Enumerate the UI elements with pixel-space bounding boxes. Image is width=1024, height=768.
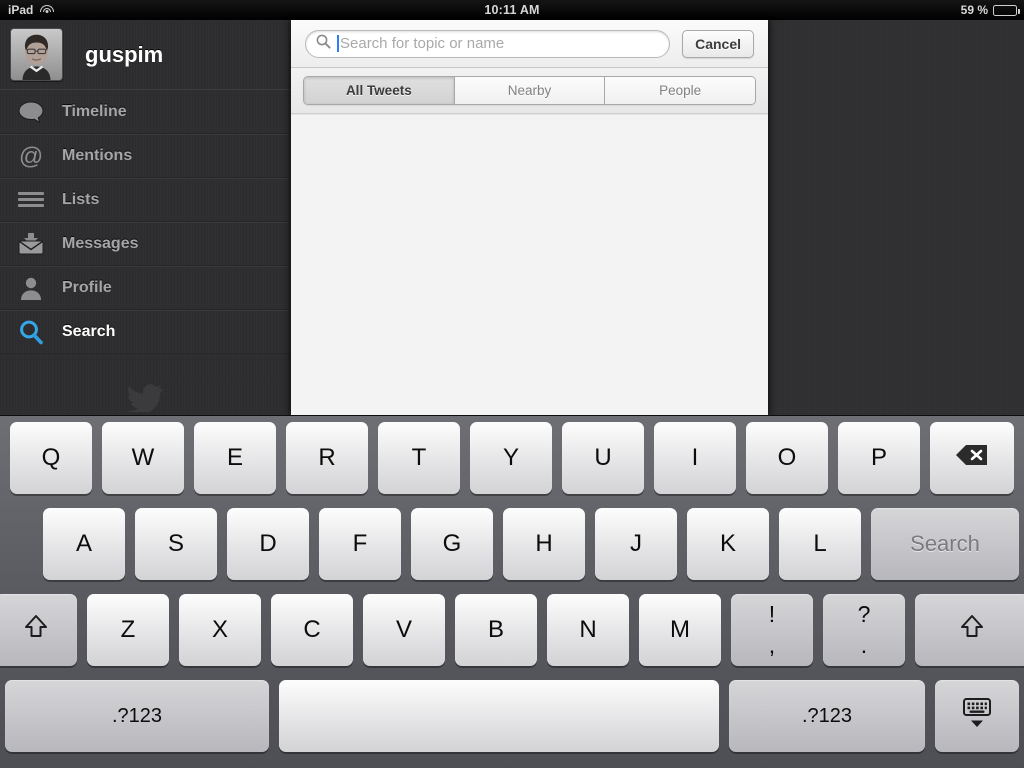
sidebar-item-label: Mentions [62,147,133,164]
battery-icon [993,4,1020,16]
return-search-key[interactable]: Search [871,508,1019,580]
search-results-area [291,114,768,415]
key-exclamation-label: ! [768,601,776,627]
key-s[interactable]: S [135,508,217,580]
keyboard-row-4: .?123 .?123 [0,680,1024,764]
key-o[interactable]: O [746,422,828,494]
sidebar-item-search[interactable]: Search [0,310,291,354]
keyboard-row-2: A S D F G H J K L Search [0,508,1024,594]
numeric-key-left[interactable]: .?123 [5,680,269,752]
user-avatar-photo [11,29,62,80]
sidebar-item-label: Lists [62,191,100,208]
tab-nearby[interactable]: Nearby [454,77,606,104]
account-header[interactable]: guspim [0,20,291,89]
key-f[interactable]: F [319,508,401,580]
list-lines-icon [0,191,62,209]
backspace-icon [955,443,989,474]
ipad-screen: iPad 10:11 AM 59 % guspim Timeline @ Men… [0,0,1024,768]
search-icon [316,34,331,54]
key-b[interactable]: B [455,594,537,666]
status-bar-right: 59 % [960,3,1020,17]
avatar[interactable] [10,28,63,81]
onscreen-keyboard: Q W E R T Y U I O P A S D F G H J K L Se… [0,415,1024,768]
search-input[interactable]: Search for topic or name [305,29,671,58]
numeric-key-right[interactable]: .?123 [729,680,925,752]
hide-keyboard-key[interactable] [935,680,1019,752]
status-bar-clock: 10:11 AM [484,3,540,17]
battery-percent-label: 59 % [960,3,988,17]
segmented-control: All Tweets Nearby People [303,76,756,105]
key-w[interactable]: W [102,422,184,494]
key-n[interactable]: N [547,594,629,666]
key-a[interactable]: A [43,508,125,580]
svg-text:@: @ [19,143,43,169]
key-period-label: . [860,632,868,658]
key-u[interactable]: U [562,422,644,494]
person-icon [0,276,62,300]
sidebar-item-lists[interactable]: Lists [0,178,291,222]
key-c[interactable]: C [271,594,353,666]
envelope-icon [0,233,62,255]
keyboard-row-1: Q W E R T Y U I O P [0,422,1024,508]
key-y[interactable]: Y [470,422,552,494]
sidebar: guspim Timeline @ Mentions Lists Message… [0,20,291,415]
key-j[interactable]: J [595,508,677,580]
key-question-label: ? [857,601,871,627]
sidebar-item-label: Search [62,323,116,340]
tab-all-tweets[interactable]: All Tweets [304,77,455,104]
sidebar-item-label: Profile [62,279,112,296]
search-scope-bar: All Tweets Nearby People [291,68,768,114]
search-bar: Search for topic or name Cancel [291,20,768,68]
sidebar-item-timeline[interactable]: Timeline [0,90,291,134]
keyboard-row-3: Z X C V B N M ! , ? . [0,594,1024,680]
key-comma-label: , [768,632,776,658]
key-z[interactable]: Z [87,594,169,666]
key-q[interactable]: Q [10,422,92,494]
hide-keyboard-icon [959,696,995,737]
sidebar-item-mentions[interactable]: @ Mentions [0,134,291,178]
key-e[interactable]: E [194,422,276,494]
magnifier-icon [0,319,62,345]
key-d[interactable]: D [227,508,309,580]
space-key[interactable] [279,680,719,752]
cancel-button[interactable]: Cancel [682,29,754,58]
key-t[interactable]: T [378,422,460,494]
key-r[interactable]: R [286,422,368,494]
sidebar-item-label: Messages [62,235,139,252]
search-input-placeholder: Search for topic or name [340,35,505,52]
key-i[interactable]: I [654,422,736,494]
sidebar-item-profile[interactable]: Profile [0,266,291,310]
key-v[interactable]: V [363,594,445,666]
key-l[interactable]: L [779,508,861,580]
speech-bubble-icon [0,100,62,123]
account-username: guspim [85,41,164,67]
at-sign-icon: @ [0,143,62,169]
key-exclamation-comma[interactable]: ! , [731,594,813,666]
backspace-key[interactable] [930,422,1014,494]
key-question-period[interactable]: ? . [823,594,905,666]
shift-key-left[interactable] [0,594,77,666]
sidebar-item-label: Timeline [62,102,127,120]
tab-people[interactable]: People [605,77,755,104]
search-panel: Search for topic or name Cancel All Twee… [291,20,768,415]
shift-arrow-icon [21,613,51,648]
key-x[interactable]: X [179,594,261,666]
key-m[interactable]: M [639,594,721,666]
shift-arrow-icon [957,613,987,648]
sidebar-item-messages[interactable]: Messages [0,222,291,266]
shift-key-right[interactable] [915,594,1024,666]
status-bar: iPad 10:11 AM 59 % [0,0,1024,20]
key-h[interactable]: H [503,508,585,580]
key-k[interactable]: K [687,508,769,580]
key-p[interactable]: P [838,422,920,494]
sidebar-nav: Timeline @ Mentions Lists Messages Profi… [0,89,291,354]
text-cursor [337,35,339,52]
key-g[interactable]: G [411,508,493,580]
twitter-bird-icon [128,382,168,415]
